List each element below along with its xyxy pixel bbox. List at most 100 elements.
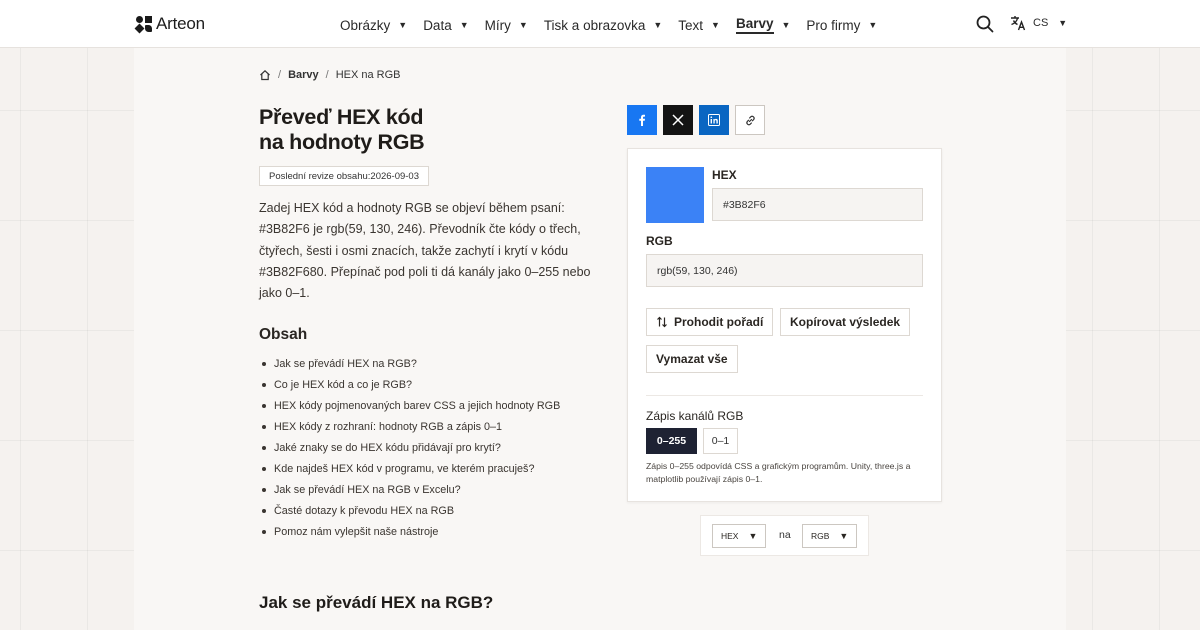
toc-item[interactable]: Jaké znaky se do HEX kódu přidávají pro … — [259, 437, 560, 458]
bullet-icon — [262, 508, 266, 513]
caret-down-icon: ▼ — [781, 20, 791, 30]
bullet-icon — [262, 487, 266, 492]
toc-item[interactable]: Jak se převádí HEX na RGB? — [259, 353, 560, 374]
from-format-value: HEX — [721, 531, 739, 541]
breadcrumb-current: HEX na RGB — [335, 69, 401, 81]
toc-item[interactable]: Co je HEX kód a co je RGB? — [259, 374, 560, 395]
nav-item-obrazky[interactable]: Obrázky ▼ — [340, 16, 407, 34]
language-selector[interactable]: CS ▼ — [1010, 15, 1067, 31]
linkedin-icon — [708, 114, 720, 126]
caret-down-icon: ▼ — [839, 531, 849, 541]
page-title-line: na hodnoty RGB — [259, 130, 425, 154]
toc-item[interactable]: Kde najdeš HEX kód v programu, ve kterém… — [259, 458, 560, 479]
to-format-select[interactable]: RGB ▼ — [802, 524, 858, 548]
rgb-output[interactable] — [646, 254, 923, 287]
revision-label: Poslední revize obsahu: — [269, 171, 371, 182]
brand-mark-icon — [134, 16, 152, 34]
caret-down-icon: ▼ — [518, 20, 528, 30]
main-nav: Obrázky ▼ Data ▼ Míry ▼ Tisk a obrazovka ▼ T… — [340, 16, 893, 34]
nav-item-text[interactable]: Text ▼ — [678, 16, 720, 34]
top-navigation-bar: Arteon Obrázky ▼ Data ▼ Míry ▼ Tisk a obraz… — [0, 0, 1200, 48]
toc-link[interactable]: Pomoz nám vylepšit naše nástroje — [274, 523, 438, 541]
swap-order-button[interactable]: Prohodit pořadí — [646, 308, 774, 336]
nav-label: Text — [678, 17, 704, 33]
bullet-icon — [262, 382, 266, 387]
brand-name: Arteon — [156, 14, 205, 33]
toc-link[interactable]: Kde najdeš HEX kód v programu, ve kterém… — [274, 460, 534, 478]
table-of-contents: Jak se převádí HEX na RGB? Co je HEX kód… — [259, 353, 560, 542]
copy-result-label: Kopírovat výsledek — [790, 315, 901, 329]
caret-down-icon: ▼ — [653, 20, 663, 30]
toc-link[interactable]: Jak se převádí HEX na RGB? — [274, 355, 417, 373]
clear-all-label: Vymazat vše — [656, 352, 728, 366]
bullet-icon — [262, 403, 266, 408]
toc-item[interactable]: HEX kódy z rozhraní: hodnoty RGB a zápis… — [259, 416, 560, 437]
format-switch: HEX ▼ na RGB ▼ — [700, 515, 869, 556]
divider — [646, 395, 923, 396]
copy-link-button[interactable] — [735, 105, 765, 135]
intro-line: #3B82F6 je rgb(59, 130, 246). Převodník … — [259, 222, 581, 237]
search-icon[interactable] — [976, 15, 994, 33]
swap-order-label: Prohodit pořadí — [674, 315, 764, 329]
share-linkedin-button[interactable] — [699, 105, 729, 135]
intro-paragraph: Zadej HEX kód a hodnoty RGB se objeví bě… — [259, 198, 604, 304]
bullet-icon — [262, 466, 266, 471]
channel-option-1[interactable]: 0–1 — [703, 428, 738, 454]
nav-item-data[interactable]: Data ▼ — [423, 16, 468, 34]
translate-icon — [1011, 16, 1026, 31]
hex-label: HEX — [712, 168, 737, 182]
toc-link[interactable]: Jaké znaky se do HEX kódu přidávají pro … — [274, 439, 501, 457]
color-swatch — [646, 167, 704, 223]
caret-down-icon: ▼ — [748, 531, 758, 541]
nav-label: Data — [423, 17, 452, 33]
copy-result-button[interactable]: Kopírovat výsledek — [780, 308, 911, 336]
breadcrumb-separator: / — [278, 69, 282, 81]
share-x-button[interactable] — [663, 105, 693, 135]
bullet-icon — [262, 424, 266, 429]
toc-link[interactable]: Jak se převádí HEX na RGB v Excelu? — [274, 481, 461, 499]
nav-item-tisk[interactable]: Tisk a obrazovka ▼ — [544, 16, 662, 34]
breadcrumb: / Barvy / HEX na RGB — [259, 69, 401, 81]
caret-down-icon: ▼ — [398, 20, 408, 30]
content-panel: / Barvy / HEX na RGB Převeď HEX kód na h… — [134, 48, 1066, 630]
facebook-icon — [639, 114, 645, 126]
toc-item[interactable]: Časté dotazy k převodu HEX na RGB — [259, 500, 560, 521]
breadcrumb-separator: / — [325, 69, 329, 81]
toc-item[interactable]: Pomoz nám vylepšit naše nástroje — [259, 521, 560, 542]
toc-item[interactable]: Jak se převádí HEX na RGB v Excelu? — [259, 479, 560, 500]
section-heading: Jak se převádí HEX na RGB? — [259, 593, 494, 612]
nav-item-miry[interactable]: Míry ▼ — [485, 16, 528, 34]
hex-input[interactable] — [712, 188, 923, 221]
x-icon — [672, 114, 684, 126]
home-icon[interactable] — [259, 69, 271, 81]
to-format-value: RGB — [811, 531, 830, 541]
nav-label: Pro firmy — [806, 17, 861, 33]
toc-link[interactable]: Co je HEX kód a co je RGB? — [274, 376, 412, 394]
caret-down-icon: ▼ — [711, 20, 720, 30]
nav-label: Obrázky — [340, 17, 391, 33]
toc-link[interactable]: Časté dotazy k převodu HEX na RGB — [274, 502, 454, 520]
brand-logo[interactable]: Arteon — [134, 14, 205, 34]
from-format-select[interactable]: HEX ▼ — [712, 524, 767, 548]
nav-item-barvy[interactable]: Barvy ▼ — [735, 16, 791, 34]
share-facebook-button[interactable] — [627, 105, 657, 135]
swap-icon — [657, 316, 667, 328]
toc-item[interactable]: HEX kódy pojmenovaných barev CSS a jejic… — [259, 395, 560, 416]
nav-label: Tisk a obrazovka — [543, 17, 646, 33]
intro-line: Zadej HEX kód a hodnoty RGB se objeví bě… — [259, 201, 565, 215]
bullet-icon — [262, 361, 266, 366]
toc-link[interactable]: HEX kódy pojmenovaných barev CSS a jejic… — [274, 397, 560, 415]
toc-heading: Obsah — [259, 326, 308, 343]
intro-line: jako 0–1. — [259, 286, 310, 301]
bullet-icon — [262, 445, 266, 450]
channel-option-255[interactable]: 0–255 — [646, 428, 697, 454]
channels-label: Zápis kanálů RGB — [646, 409, 744, 423]
clear-all-button[interactable]: Vymazat vše — [646, 345, 738, 373]
toc-link[interactable]: HEX kódy z rozhraní: hodnoty RGB a zápis… — [274, 418, 502, 436]
breadcrumb-section[interactable]: Barvy — [288, 69, 319, 81]
nav-item-pro-firmy[interactable]: Pro firmy ▼ — [806, 16, 877, 34]
caret-down-icon: ▼ — [459, 20, 469, 30]
intro-line: #3B82F680. Přepínač pod poli ti dá kanál… — [259, 264, 591, 279]
share-bar — [627, 105, 765, 135]
link-icon — [745, 115, 755, 125]
